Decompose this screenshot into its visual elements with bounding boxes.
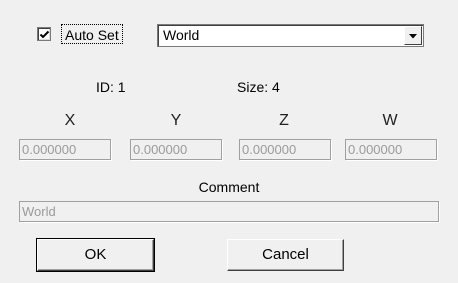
checkmark-icon	[39, 30, 50, 39]
auto-set-label[interactable]: Auto Set	[61, 24, 123, 44]
dropdown-button[interactable]	[404, 26, 422, 45]
w-value-field[interactable]: 0.000000	[345, 139, 437, 160]
cancel-button[interactable]: Cancel	[227, 239, 344, 271]
ok-button[interactable]: OK	[36, 238, 155, 272]
y-value-field[interactable]: 0.000000	[130, 139, 222, 160]
coordinate-space-dropdown[interactable]: World	[157, 24, 424, 47]
x-axis-label: X	[64, 112, 76, 129]
comment-field[interactable]: World	[19, 201, 439, 222]
size-label: Size: 4	[237, 79, 280, 95]
y-axis-label: Y	[170, 112, 182, 129]
w-axis-label: W	[382, 112, 398, 129]
auto-set-checkbox[interactable]	[37, 27, 51, 41]
z-value-field[interactable]: 0.000000	[239, 139, 331, 160]
chevron-down-icon	[409, 34, 417, 39]
z-axis-label: Z	[279, 112, 289, 129]
x-value-field[interactable]: 0.000000	[19, 139, 111, 160]
dropdown-selected-value: World	[163, 27, 200, 43]
comment-label: Comment	[198, 179, 260, 195]
id-label: ID: 1	[96, 79, 126, 95]
